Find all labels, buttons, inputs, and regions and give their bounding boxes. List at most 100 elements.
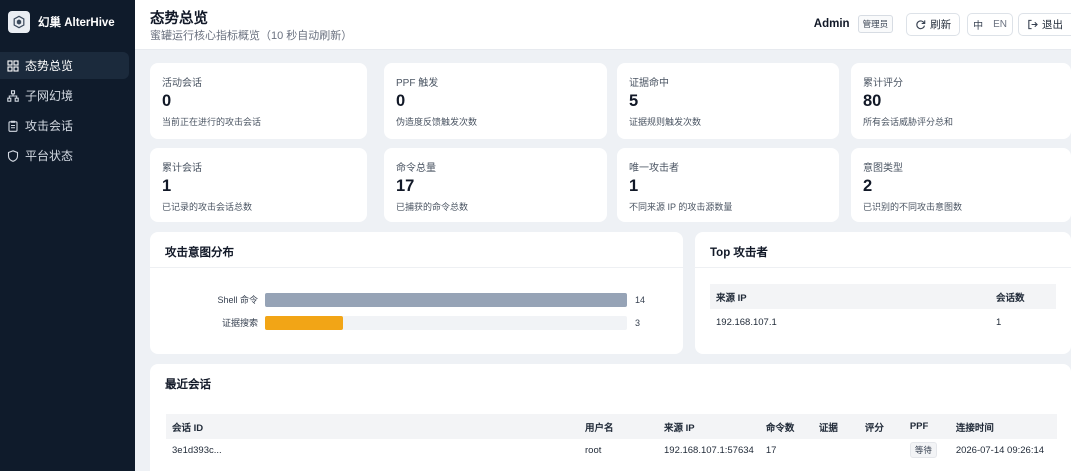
intent-distribution-panel: 攻击意图分布 Shell 命令 14 证据搜索 3 <box>150 232 683 354</box>
session-ppf: 等待 <box>904 439 950 461</box>
header-actions: Admin 管理员 刷新 中 EN 退出 <box>814 12 1071 36</box>
brand-name: 幻巢 AlterHive <box>38 17 115 29</box>
session-command-count: 17 <box>765 444 777 456</box>
shield-icon <box>7 149 19 162</box>
recent-sessions-panel: 最近会话 会话 ID 用户名 来源 IP 命令数 证据 评分 PPF 连接时间 … <box>150 364 1071 471</box>
session-source-ip: 192.168.107.1:57634 <box>664 444 754 456</box>
logout-icon <box>1028 19 1038 29</box>
table-header-row: 来源 IP 会话数 <box>710 284 1056 309</box>
stat-value: 5 <box>629 92 639 110</box>
session-id-link[interactable]: 3e1d393c... <box>166 439 579 461</box>
stat-card-evidence-hits: 证据命中 5 证据规则触发次数 <box>617 63 839 139</box>
lang-en-option[interactable]: EN <box>988 14 1012 35</box>
column-header: 用户名 <box>579 414 658 439</box>
session-connect-time: 2026-07-14 09:26:14 <box>955 444 1045 456</box>
sidebar-item-label: 态势总览 <box>25 59 74 73</box>
ppf-status-badge: 等待 <box>909 442 937 458</box>
refresh-label: 刷新 <box>930 18 952 31</box>
stat-card-active-sessions: 活动会话 0 当前正在进行的攻击会话 <box>150 63 367 139</box>
column-header: 连接时间 <box>949 414 1057 439</box>
logout-button[interactable]: 退出 <box>1018 12 1071 36</box>
stat-desc: 已识别的不同攻击意图数 <box>863 202 963 212</box>
table-row[interactable]: 192.168.107.1 1 <box>710 309 1056 336</box>
stat-label: 活动会话 <box>162 78 202 89</box>
stat-value: 80 <box>863 92 882 110</box>
stat-desc: 已记录的攻击会话总数 <box>162 202 253 212</box>
stat-label: 累计评分 <box>863 78 903 89</box>
role-badge: 管理员 <box>857 15 894 33</box>
sidebar-item-label: 子网幻境 <box>25 89 74 103</box>
bar-row: 证据搜索 3 <box>150 316 683 330</box>
bar-track <box>265 316 627 330</box>
sidebar-nav: 态势总览 子网幻境 攻击会话 平台状态 <box>0 52 135 169</box>
panel-divider <box>695 267 1071 268</box>
column-header: 评分 <box>858 414 904 439</box>
panel-title: 最近会话 <box>165 379 211 391</box>
attacker-ip: 192.168.107.1 <box>716 317 777 328</box>
table-header-row: 会话 ID 用户名 来源 IP 命令数 证据 评分 PPF 连接时间 <box>166 414 1057 439</box>
header: 态势总览 蜜罐运行核心指标概览（10 秒自动刷新） Admin 管理员 刷新 中… <box>135 0 1071 50</box>
logout-label: 退出 <box>1042 18 1063 31</box>
clipboard-icon <box>7 120 19 132</box>
session-score <box>859 439 904 461</box>
stat-label: PPF 触发 <box>396 78 439 89</box>
stat-value: 0 <box>396 92 406 110</box>
bar-value-label: 3 <box>635 318 641 328</box>
user-name: Admin <box>813 18 850 30</box>
panel-divider <box>150 267 683 268</box>
page-subtitle: 蜜罐运行核心指标概览（10 秒自动刷新） <box>150 30 353 42</box>
stat-card-unique-attackers: 唯一攻击者 1 不同来源 IP 的攻击源数量 <box>617 148 839 222</box>
stat-label: 证据命中 <box>629 78 669 89</box>
stat-desc: 证据规则触发次数 <box>629 117 702 127</box>
sidebar-item-label: 攻击会话 <box>25 119 74 133</box>
stat-desc: 所有会话威胁评分总和 <box>863 117 954 127</box>
stat-card-total-sessions: 累计会话 1 已记录的攻击会话总数 <box>150 148 367 222</box>
recent-sessions-table: 会话 ID 用户名 来源 IP 命令数 证据 评分 PPF 连接时间 3e1d3… <box>166 414 1057 461</box>
sidebar-item-overview[interactable]: 态势总览 <box>0 52 129 79</box>
stat-card-total-commands: 命令总量 17 已捕获的命令总数 <box>384 148 607 222</box>
bar-row: Shell 命令 14 <box>150 293 683 307</box>
sidebar-item-sessions[interactable]: 攻击会话 <box>0 112 129 139</box>
stat-value: 0 <box>162 92 172 110</box>
bar-label: 证据搜索 <box>221 318 258 328</box>
page-title: 态势总览 <box>150 11 208 27</box>
stat-label: 意图类型 <box>863 163 903 174</box>
stat-value: 1 <box>629 177 639 195</box>
column-header: 会话数 <box>990 284 1056 309</box>
column-header: 来源 IP <box>710 284 990 309</box>
session-username: root <box>585 444 602 456</box>
stat-card-total-score: 累计评分 80 所有会话威胁评分总和 <box>851 63 1071 139</box>
stat-label: 唯一攻击者 <box>629 163 679 174</box>
stat-desc: 不同来源 IP 的攻击源数量 <box>629 202 733 212</box>
bar-shell-commands <box>265 293 627 307</box>
stat-desc: 已捕获的命令总数 <box>396 202 469 212</box>
stat-value: 2 <box>863 177 873 195</box>
sidebar-item-platform-status[interactable]: 平台状态 <box>0 142 129 169</box>
bar-label: Shell 命令 <box>217 295 258 305</box>
column-header: 命令数 <box>759 414 813 439</box>
stat-value: 1 <box>162 177 172 195</box>
panel-title: 攻击意图分布 <box>165 247 234 259</box>
column-header: 证据 <box>812 414 859 439</box>
panel-title: Top 攻击者 <box>710 247 768 259</box>
table-row[interactable]: 3e1d393c... root 192.168.107.1:57634 17 … <box>166 439 1057 461</box>
stat-desc: 伪造度反馈触发次数 <box>396 117 478 127</box>
lang-zh-option[interactable]: 中 <box>968 14 988 35</box>
attacker-session-count: 1 <box>996 317 1002 328</box>
brand[interactable]: 幻巢 AlterHive <box>0 0 135 44</box>
stat-label: 累计会话 <box>162 163 202 174</box>
network-icon <box>7 89 19 102</box>
bar-evidence-search <box>265 316 343 330</box>
top-attackers-table: 来源 IP 会话数 192.168.107.1 1 <box>710 284 1056 336</box>
sidebar-item-subnet[interactable]: 子网幻境 <box>0 82 129 109</box>
language-switch: 中 EN <box>967 12 1013 36</box>
sidebar-item-label: 平台状态 <box>25 149 74 163</box>
top-attackers-panel: Top 攻击者 来源 IP 会话数 192.168.107.1 1 <box>695 232 1071 354</box>
stat-card-intent-types: 意图类型 2 已识别的不同攻击意图数 <box>851 148 1071 222</box>
refresh-button[interactable]: 刷新 <box>906 12 961 36</box>
grid-icon <box>7 59 19 72</box>
bar-value-label: 14 <box>635 295 646 305</box>
column-header: 会话 ID <box>166 414 579 439</box>
stat-desc: 当前正在进行的攻击会话 <box>162 117 262 127</box>
stat-value: 17 <box>396 177 415 195</box>
